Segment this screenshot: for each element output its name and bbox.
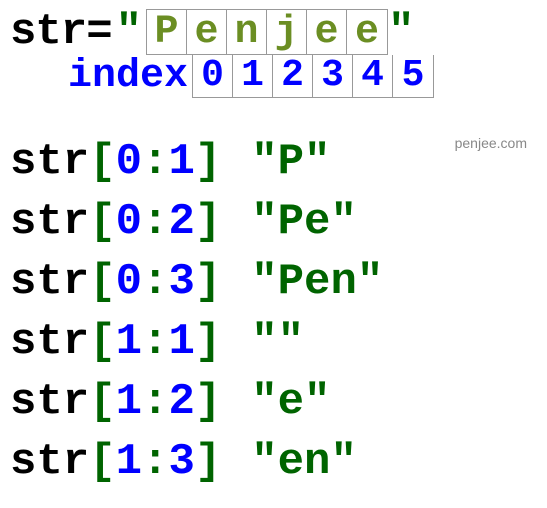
colon-icon: :: [142, 432, 168, 492]
bracket-close-icon: ]: [195, 252, 221, 312]
bracket-open-icon: [: [89, 372, 115, 432]
bracket-open-icon: [: [89, 432, 115, 492]
colon-icon: :: [142, 312, 168, 372]
ex-var: str: [10, 132, 89, 192]
ex-end: 3: [168, 252, 194, 312]
examples-list: str[0:1]"P"str[0:2]"Pe"str[0:3]"Pen"str[…: [10, 132, 537, 492]
example-row: str[1:1] "": [10, 312, 537, 372]
ex-result: "en": [251, 432, 357, 492]
char-cell: j: [267, 10, 307, 54]
ex-result: "e": [251, 372, 330, 432]
open-quote: ": [116, 7, 142, 57]
ex-end: 2: [168, 372, 194, 432]
ex-start: 1: [116, 312, 142, 372]
ex-result: "Pen": [251, 252, 383, 312]
index-cell: 5: [393, 55, 433, 97]
bracket-open-icon: [: [89, 192, 115, 252]
bracket-close-icon: ]: [195, 192, 221, 252]
ex-result: "P": [251, 132, 330, 192]
example-row: str[0:2] "Pe": [10, 192, 537, 252]
colon-icon: :: [142, 132, 168, 192]
ex-result: "": [251, 312, 304, 372]
index-cell: 0: [193, 55, 233, 97]
index-cell: 4: [353, 55, 393, 97]
char-cell: e: [187, 10, 227, 54]
ex-start: 1: [116, 432, 142, 492]
ex-var: str: [10, 252, 89, 312]
ex-start: 0: [116, 132, 142, 192]
char-cell: P: [147, 10, 187, 54]
example-row: str[1:3] "en": [10, 432, 537, 492]
colon-icon: :: [142, 372, 168, 432]
char-cell: e: [307, 10, 347, 54]
str-assign: str = ": [10, 7, 142, 57]
ex-var: str: [10, 432, 89, 492]
bracket-close-icon: ]: [195, 432, 221, 492]
ex-start: 1: [116, 372, 142, 432]
bracket-close-icon: ]: [195, 132, 221, 192]
var-name: str: [10, 7, 86, 57]
bracket-close-icon: ]: [195, 312, 221, 372]
ex-var: str: [10, 372, 89, 432]
ex-end: 3: [168, 432, 194, 492]
example-row: str[0:3] "Pen": [10, 252, 537, 312]
credit-text: penjee.com: [455, 135, 527, 151]
char-cell: n: [227, 10, 267, 54]
ex-var: str: [10, 312, 89, 372]
equals: =: [86, 7, 111, 57]
example-row: str[1:2] "e": [10, 372, 537, 432]
index-cell: 3: [313, 55, 353, 97]
index-cell: 1: [233, 55, 273, 97]
close-quote: ": [388, 7, 414, 57]
index-label: index: [68, 54, 188, 99]
ex-result: "Pe": [251, 192, 357, 252]
ex-start: 0: [116, 192, 142, 252]
colon-icon: :: [142, 252, 168, 312]
ex-var: str: [10, 192, 89, 252]
bracket-open-icon: [: [89, 312, 115, 372]
bracket-close-icon: ]: [195, 372, 221, 432]
ex-end: 1: [168, 312, 194, 372]
ex-start: 0: [116, 252, 142, 312]
char-table: Penjee: [146, 9, 388, 55]
assignment-row: str = " Penjee ": [10, 8, 537, 56]
ex-end: 1: [168, 132, 194, 192]
colon-icon: :: [142, 192, 168, 252]
index-row: index 012345: [10, 54, 537, 98]
index-table: 012345: [192, 55, 434, 98]
index-cell: 2: [273, 55, 313, 97]
char-cell: e: [347, 10, 387, 54]
bracket-open-icon: [: [89, 132, 115, 192]
bracket-open-icon: [: [89, 252, 115, 312]
ex-end: 2: [168, 192, 194, 252]
